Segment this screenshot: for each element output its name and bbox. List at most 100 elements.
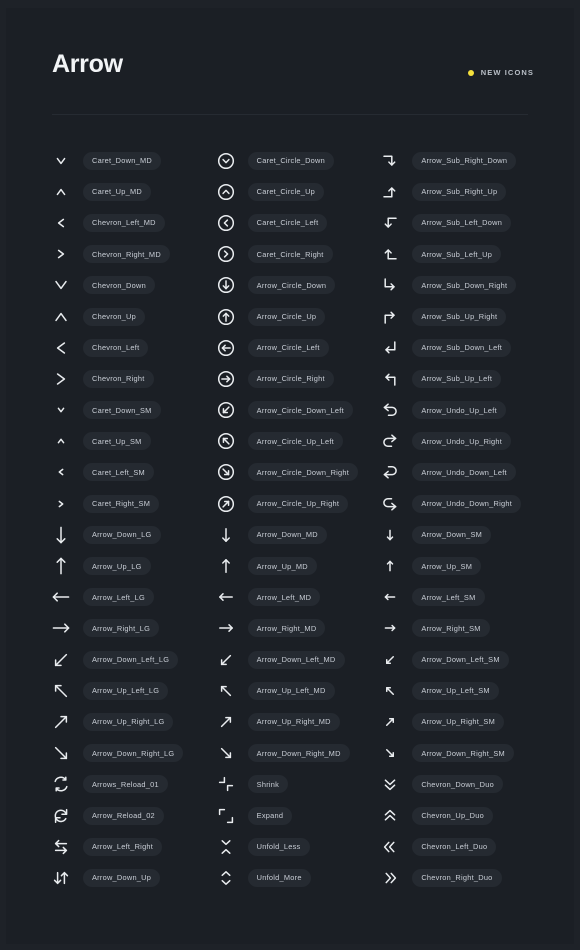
arrow-undo-down-left-icon[interactable] <box>379 461 401 483</box>
icon-name-pill[interactable]: Caret_Up_MD <box>83 182 151 201</box>
icon-name-pill[interactable]: Caret_Up_SM <box>83 432 151 451</box>
icon-entry[interactable]: Chevron_Right_Duo <box>379 862 544 893</box>
icon-entry[interactable]: Arrow_Right_MD <box>215 613 380 644</box>
chevron-down-icon[interactable] <box>50 274 72 296</box>
icon-name-pill[interactable]: Arrow_Circle_Down_Left <box>247 401 353 420</box>
caret-up-sm-icon[interactable] <box>50 430 72 452</box>
icon-name-pill[interactable]: Arrow_Sub_Up_Right <box>412 307 507 326</box>
icon-entry[interactable]: Caret_Up_MD <box>50 176 215 207</box>
icon-name-pill[interactable]: Arrow_Down_Right_LG <box>83 744 184 763</box>
arrow-sub-up-right-icon[interactable] <box>379 306 401 328</box>
icon-name-pill[interactable]: Arrow_Sub_Left_Down <box>412 213 512 232</box>
icon-entry[interactable]: Arrow_Circle_Left <box>215 332 380 363</box>
icon-name-pill[interactable]: Arrow_Up_MD <box>247 557 317 576</box>
arrow-down-up-icon[interactable] <box>50 867 72 889</box>
arrow-circle-up-icon[interactable] <box>215 306 237 328</box>
icon-name-pill[interactable]: Unfold_Less <box>247 837 310 856</box>
icon-entry[interactable]: Chevron_Right_MD <box>50 239 215 270</box>
arrow-down-sm-icon[interactable] <box>379 524 401 546</box>
unfold-more-icon[interactable] <box>215 867 237 889</box>
arrow-down-left-sm-icon[interactable] <box>379 649 401 671</box>
arrow-undo-up-left-icon[interactable] <box>379 399 401 421</box>
arrow-left-sm-icon[interactable] <box>379 586 401 608</box>
arrow-left-right-icon[interactable] <box>50 836 72 858</box>
icon-name-pill[interactable]: Arrow_Sub_Right_Up <box>412 182 507 201</box>
icon-name-pill[interactable]: Arrow_Up_Left_LG <box>83 681 169 700</box>
icon-name-pill[interactable]: Arrow_Reload_02 <box>83 806 164 825</box>
icon-entry[interactable]: Arrow_Left_MD <box>215 582 380 613</box>
icon-name-pill[interactable]: Caret_Circle_Down <box>247 151 334 170</box>
icon-name-pill[interactable]: Arrow_Up_Left_MD <box>247 681 335 700</box>
icon-entry[interactable]: Unfold_Less <box>215 831 380 862</box>
icon-entry[interactable]: Caret_Right_SM <box>50 488 215 519</box>
arrow-circle-right-icon[interactable] <box>215 368 237 390</box>
arrow-down-md-icon[interactable] <box>215 524 237 546</box>
icon-entry[interactable]: Unfold_More <box>215 862 380 893</box>
icon-entry[interactable]: Caret_Down_MD <box>50 145 215 176</box>
icon-entry[interactable]: Arrow_Down_Up <box>50 862 215 893</box>
icon-name-pill[interactable]: Arrow_Left_Right <box>83 837 163 856</box>
expand-icon[interactable] <box>215 805 237 827</box>
arrow-down-right-md-icon[interactable] <box>215 742 237 764</box>
icon-entry[interactable]: Chevron_Right <box>50 363 215 394</box>
arrow-circle-down-right-icon[interactable] <box>215 461 237 483</box>
arrow-circle-up-right-icon[interactable] <box>215 493 237 515</box>
arrow-up-lg-icon[interactable] <box>50 555 72 577</box>
icon-name-pill[interactable]: Caret_Down_SM <box>83 401 161 420</box>
icon-entry[interactable]: Caret_Up_SM <box>50 426 215 457</box>
icon-name-pill[interactable]: Chevron_Left_MD <box>83 213 165 232</box>
chevron-right-icon[interactable] <box>50 368 72 390</box>
icon-entry[interactable]: Arrow_Circle_Up_Left <box>215 426 380 457</box>
chevron-right-duo-icon[interactable] <box>379 867 401 889</box>
icon-entry[interactable]: Arrow_Down_Right_LG <box>50 738 215 769</box>
caret-left-sm-icon[interactable] <box>50 461 72 483</box>
icon-entry[interactable]: Arrow_Sub_Down_Right <box>379 270 544 301</box>
icon-name-pill[interactable]: Caret_Right_SM <box>83 494 160 513</box>
icon-entry[interactable]: Arrow_Circle_Up <box>215 301 380 332</box>
icon-entry[interactable]: Arrow_Down_Left_LG <box>50 644 215 675</box>
arrow-circle-down-left-icon[interactable] <box>215 399 237 421</box>
arrow-up-right-md-icon[interactable] <box>215 711 237 733</box>
icon-entry[interactable]: Arrow_Circle_Down <box>215 270 380 301</box>
icon-entry[interactable]: Arrow_Undo_Up_Left <box>379 395 544 426</box>
icon-entry[interactable]: Caret_Circle_Up <box>215 176 380 207</box>
icon-entry[interactable]: Arrow_Down_Right_MD <box>215 738 380 769</box>
icon-name-pill[interactable]: Arrow_Undo_Down_Left <box>412 463 516 482</box>
chevron-left-duo-icon[interactable] <box>379 836 401 858</box>
arrow-reload-02-icon[interactable] <box>50 805 72 827</box>
icon-entry[interactable]: Arrow_Down_Right_SM <box>379 738 544 769</box>
icon-name-pill[interactable]: Expand <box>247 806 293 825</box>
icon-entry[interactable]: Arrow_Down_SM <box>379 519 544 550</box>
icon-name-pill[interactable]: Arrow_Right_MD <box>247 619 326 638</box>
caret-right-sm-icon[interactable] <box>50 493 72 515</box>
icon-name-pill[interactable]: Arrow_Down_SM <box>412 525 492 544</box>
icon-entry[interactable]: Arrow_Circle_Down_Right <box>215 457 380 488</box>
arrow-sub-right-up-icon[interactable] <box>379 181 401 203</box>
icon-name-pill[interactable]: Arrow_Circle_Down_Right <box>247 463 359 482</box>
icon-name-pill[interactable]: Caret_Circle_Up <box>247 182 325 201</box>
icon-entry[interactable]: Caret_Circle_Right <box>215 239 380 270</box>
icon-name-pill[interactable]: Arrow_Sub_Down_Right <box>412 276 517 295</box>
icon-entry[interactable]: Arrow_Up_LG <box>50 550 215 581</box>
icon-entry[interactable]: Arrow_Down_Left_MD <box>215 644 380 675</box>
arrow-undo-up-right-icon[interactable] <box>379 430 401 452</box>
caret-circle-left-icon[interactable] <box>215 212 237 234</box>
caret-circle-up-icon[interactable] <box>215 181 237 203</box>
icon-name-pill[interactable]: Arrow_Sub_Down_Left <box>412 338 512 357</box>
icon-name-pill[interactable]: Arrow_Undo_Up_Right <box>412 432 512 451</box>
icon-name-pill[interactable]: Arrow_Down_Left_LG <box>83 650 179 669</box>
icon-name-pill[interactable]: Arrow_Undo_Down_Right <box>412 494 522 513</box>
icon-entry[interactable]: Chevron_Left_MD <box>50 207 215 238</box>
arrow-right-md-icon[interactable] <box>215 617 237 639</box>
icon-name-pill[interactable]: Arrow_Circle_Up_Left <box>247 432 343 451</box>
arrow-down-right-lg-icon[interactable] <box>50 742 72 764</box>
icon-name-pill[interactable]: Arrow_Up_Right_MD <box>247 712 340 731</box>
arrow-up-right-lg-icon[interactable] <box>50 711 72 733</box>
icon-name-pill[interactable]: Arrows_Reload_01 <box>83 775 168 794</box>
icon-name-pill[interactable]: Arrow_Left_MD <box>247 588 321 607</box>
icon-name-pill[interactable]: Shrink <box>247 775 289 794</box>
chevron-left-icon[interactable] <box>50 337 72 359</box>
icon-name-pill[interactable]: Chevron_Down <box>83 276 155 295</box>
icon-name-pill[interactable]: Arrow_Down_Left_SM <box>412 650 509 669</box>
icon-entry[interactable]: Chevron_Left_Duo <box>379 831 544 862</box>
